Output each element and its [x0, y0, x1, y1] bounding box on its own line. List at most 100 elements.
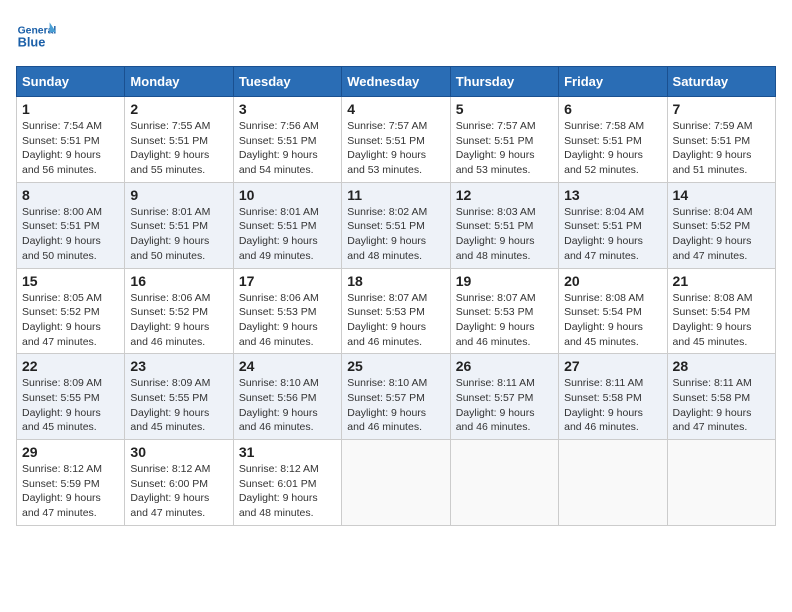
- calendar-cell: 6 Sunrise: 7:58 AM Sunset: 5:51 PM Dayli…: [559, 97, 667, 183]
- day-number: 26: [456, 358, 553, 374]
- calendar-cell: [667, 440, 775, 526]
- calendar-cell: 3 Sunrise: 7:56 AM Sunset: 5:51 PM Dayli…: [233, 97, 341, 183]
- day-info: Sunrise: 8:09 AM Sunset: 5:55 PM Dayligh…: [130, 377, 210, 433]
- day-number: 22: [22, 358, 119, 374]
- day-number: 11: [347, 187, 444, 203]
- calendar-cell: 15 Sunrise: 8:05 AM Sunset: 5:52 PM Dayl…: [17, 268, 125, 354]
- calendar-cell: [559, 440, 667, 526]
- day-number: 9: [130, 187, 227, 203]
- calendar-cell: 29 Sunrise: 8:12 AM Sunset: 5:59 PM Dayl…: [17, 440, 125, 526]
- day-header-thursday: Thursday: [450, 67, 558, 97]
- day-number: 24: [239, 358, 336, 374]
- day-number: 21: [673, 273, 770, 289]
- header: General Blue: [16, 16, 776, 56]
- day-header-tuesday: Tuesday: [233, 67, 341, 97]
- calendar-cell: 25 Sunrise: 8:10 AM Sunset: 5:57 PM Dayl…: [342, 354, 450, 440]
- calendar-cell: 24 Sunrise: 8:10 AM Sunset: 5:56 PM Dayl…: [233, 354, 341, 440]
- day-number: 20: [564, 273, 661, 289]
- calendar-cell: 14 Sunrise: 8:04 AM Sunset: 5:52 PM Dayl…: [667, 182, 775, 268]
- calendar-cell: 21 Sunrise: 8:08 AM Sunset: 5:54 PM Dayl…: [667, 268, 775, 354]
- calendar-cell: 30 Sunrise: 8:12 AM Sunset: 6:00 PM Dayl…: [125, 440, 233, 526]
- calendar-cell: 23 Sunrise: 8:09 AM Sunset: 5:55 PM Dayl…: [125, 354, 233, 440]
- day-info: Sunrise: 8:05 AM Sunset: 5:52 PM Dayligh…: [22, 292, 102, 348]
- day-info: Sunrise: 7:57 AM Sunset: 5:51 PM Dayligh…: [347, 120, 427, 176]
- day-info: Sunrise: 8:04 AM Sunset: 5:52 PM Dayligh…: [673, 206, 753, 262]
- calendar-week-row: 8 Sunrise: 8:00 AM Sunset: 5:51 PM Dayli…: [17, 182, 776, 268]
- day-info: Sunrise: 8:00 AM Sunset: 5:51 PM Dayligh…: [22, 206, 102, 262]
- calendar-week-row: 29 Sunrise: 8:12 AM Sunset: 5:59 PM Dayl…: [17, 440, 776, 526]
- day-number: 16: [130, 273, 227, 289]
- day-info: Sunrise: 8:06 AM Sunset: 5:53 PM Dayligh…: [239, 292, 319, 348]
- calendar-cell: 27 Sunrise: 8:11 AM Sunset: 5:58 PM Dayl…: [559, 354, 667, 440]
- day-info: Sunrise: 8:07 AM Sunset: 5:53 PM Dayligh…: [347, 292, 427, 348]
- day-info: Sunrise: 8:10 AM Sunset: 5:56 PM Dayligh…: [239, 377, 319, 433]
- calendar-cell: 16 Sunrise: 8:06 AM Sunset: 5:52 PM Dayl…: [125, 268, 233, 354]
- day-number: 6: [564, 101, 661, 117]
- day-info: Sunrise: 8:04 AM Sunset: 5:51 PM Dayligh…: [564, 206, 644, 262]
- calendar-cell: 22 Sunrise: 8:09 AM Sunset: 5:55 PM Dayl…: [17, 354, 125, 440]
- day-info: Sunrise: 7:56 AM Sunset: 5:51 PM Dayligh…: [239, 120, 319, 176]
- calendar-cell: 5 Sunrise: 7:57 AM Sunset: 5:51 PM Dayli…: [450, 97, 558, 183]
- day-header-saturday: Saturday: [667, 67, 775, 97]
- day-number: 15: [22, 273, 119, 289]
- day-info: Sunrise: 8:08 AM Sunset: 5:54 PM Dayligh…: [564, 292, 644, 348]
- day-info: Sunrise: 8:12 AM Sunset: 6:01 PM Dayligh…: [239, 463, 319, 519]
- day-number: 28: [673, 358, 770, 374]
- calendar-cell: 1 Sunrise: 7:54 AM Sunset: 5:51 PM Dayli…: [17, 97, 125, 183]
- calendar-cell: 18 Sunrise: 8:07 AM Sunset: 5:53 PM Dayl…: [342, 268, 450, 354]
- day-info: Sunrise: 8:09 AM Sunset: 5:55 PM Dayligh…: [22, 377, 102, 433]
- day-number: 10: [239, 187, 336, 203]
- day-info: Sunrise: 7:57 AM Sunset: 5:51 PM Dayligh…: [456, 120, 536, 176]
- day-number: 27: [564, 358, 661, 374]
- calendar-cell: 20 Sunrise: 8:08 AM Sunset: 5:54 PM Dayl…: [559, 268, 667, 354]
- day-info: Sunrise: 7:58 AM Sunset: 5:51 PM Dayligh…: [564, 120, 644, 176]
- day-header-wednesday: Wednesday: [342, 67, 450, 97]
- day-info: Sunrise: 8:11 AM Sunset: 5:57 PM Dayligh…: [456, 377, 535, 433]
- calendar-cell: 8 Sunrise: 8:00 AM Sunset: 5:51 PM Dayli…: [17, 182, 125, 268]
- day-info: Sunrise: 8:01 AM Sunset: 5:51 PM Dayligh…: [130, 206, 210, 262]
- calendar-week-row: 22 Sunrise: 8:09 AM Sunset: 5:55 PM Dayl…: [17, 354, 776, 440]
- calendar-cell: 10 Sunrise: 8:01 AM Sunset: 5:51 PM Dayl…: [233, 182, 341, 268]
- calendar-table: SundayMondayTuesdayWednesdayThursdayFrid…: [16, 66, 776, 526]
- day-number: 29: [22, 444, 119, 460]
- day-info: Sunrise: 7:59 AM Sunset: 5:51 PM Dayligh…: [673, 120, 753, 176]
- day-number: 1: [22, 101, 119, 117]
- day-info: Sunrise: 8:11 AM Sunset: 5:58 PM Dayligh…: [564, 377, 643, 433]
- calendar-cell: [450, 440, 558, 526]
- day-number: 4: [347, 101, 444, 117]
- day-header-friday: Friday: [559, 67, 667, 97]
- day-header-monday: Monday: [125, 67, 233, 97]
- day-info: Sunrise: 8:11 AM Sunset: 5:58 PM Dayligh…: [673, 377, 752, 433]
- calendar-cell: 13 Sunrise: 8:04 AM Sunset: 5:51 PM Dayl…: [559, 182, 667, 268]
- calendar-cell: 7 Sunrise: 7:59 AM Sunset: 5:51 PM Dayli…: [667, 97, 775, 183]
- day-number: 25: [347, 358, 444, 374]
- calendar-cell: [342, 440, 450, 526]
- day-info: Sunrise: 7:55 AM Sunset: 5:51 PM Dayligh…: [130, 120, 210, 176]
- day-info: Sunrise: 7:54 AM Sunset: 5:51 PM Dayligh…: [22, 120, 102, 176]
- day-info: Sunrise: 8:12 AM Sunset: 5:59 PM Dayligh…: [22, 463, 102, 519]
- day-number: 30: [130, 444, 227, 460]
- calendar-cell: 17 Sunrise: 8:06 AM Sunset: 5:53 PM Dayl…: [233, 268, 341, 354]
- logo: General Blue: [16, 16, 60, 56]
- svg-text:Blue: Blue: [18, 34, 46, 49]
- day-info: Sunrise: 8:06 AM Sunset: 5:52 PM Dayligh…: [130, 292, 210, 348]
- day-number: 7: [673, 101, 770, 117]
- day-number: 12: [456, 187, 553, 203]
- day-number: 5: [456, 101, 553, 117]
- day-info: Sunrise: 8:01 AM Sunset: 5:51 PM Dayligh…: [239, 206, 319, 262]
- day-number: 3: [239, 101, 336, 117]
- day-info: Sunrise: 8:07 AM Sunset: 5:53 PM Dayligh…: [456, 292, 536, 348]
- day-info: Sunrise: 8:12 AM Sunset: 6:00 PM Dayligh…: [130, 463, 210, 519]
- day-number: 19: [456, 273, 553, 289]
- calendar-cell: 2 Sunrise: 7:55 AM Sunset: 5:51 PM Dayli…: [125, 97, 233, 183]
- day-number: 17: [239, 273, 336, 289]
- day-number: 13: [564, 187, 661, 203]
- calendar-week-row: 1 Sunrise: 7:54 AM Sunset: 5:51 PM Dayli…: [17, 97, 776, 183]
- day-header-sunday: Sunday: [17, 67, 125, 97]
- calendar-cell: 26 Sunrise: 8:11 AM Sunset: 5:57 PM Dayl…: [450, 354, 558, 440]
- calendar-week-row: 15 Sunrise: 8:05 AM Sunset: 5:52 PM Dayl…: [17, 268, 776, 354]
- day-info: Sunrise: 8:10 AM Sunset: 5:57 PM Dayligh…: [347, 377, 427, 433]
- calendar-cell: 19 Sunrise: 8:07 AM Sunset: 5:53 PM Dayl…: [450, 268, 558, 354]
- calendar-cell: 4 Sunrise: 7:57 AM Sunset: 5:51 PM Dayli…: [342, 97, 450, 183]
- calendar-cell: 31 Sunrise: 8:12 AM Sunset: 6:01 PM Dayl…: [233, 440, 341, 526]
